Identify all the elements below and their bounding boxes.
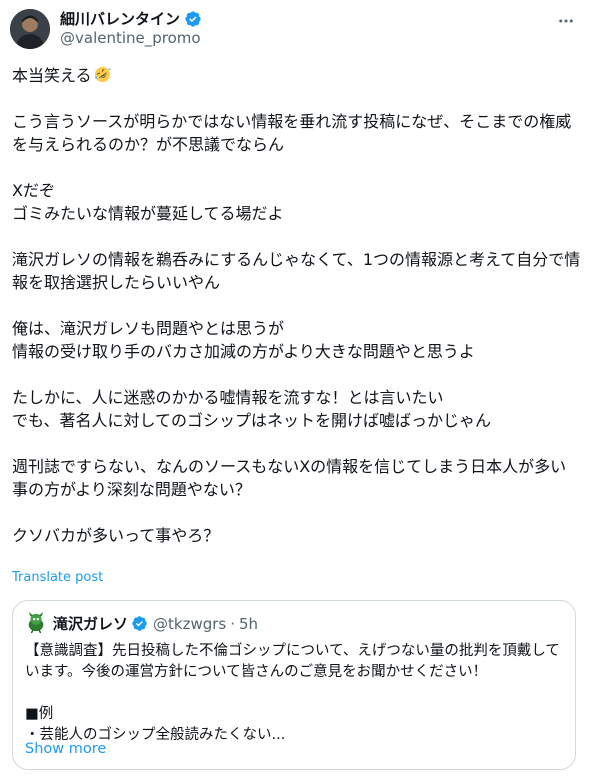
- more-options-icon[interactable]: [555, 10, 577, 32]
- quoted-handle[interactable]: @tkzwgrs: [153, 615, 226, 633]
- rolling-on-floor-laughing-emoji: [94, 66, 111, 83]
- quoted-timestamp[interactable]: 5h: [239, 615, 258, 633]
- show-more-link[interactable]: Show more: [25, 741, 106, 757]
- tweet-paragraph: Xだぞ ゴミみたいな情報が蔓延してる場だよ: [12, 180, 284, 224]
- translate-post-link[interactable]: Translate post: [12, 570, 103, 585]
- tweet-paragraph: たしかに、人に迷惑のかかる嘘情報を流すな！とは言いたい でも、著名人に対してのゴ…: [12, 387, 492, 431]
- tweet-paragraph: 本当笑える: [12, 64, 582, 88]
- tweet-paragraph: 俺は、滝沢ガレソも問題やとは思うが 情報の受け取り手のバカさ加減の方がより大きな…: [12, 318, 475, 362]
- tweet-paragraph: 滝沢ガレソの情報を鵜呑みにするんじゃなくて、1つの情報源と考えて自分で情報を取捨…: [12, 249, 581, 293]
- tweet-paragraph: こう言うソースが明らかではない情報を垂れ流す投稿になぜ、そこまでの権威を与えられ…: [12, 111, 572, 155]
- verified-badge-icon: [132, 616, 147, 631]
- separator-dot: ·: [230, 614, 236, 633]
- quoted-tweet-header: 滝沢ガレソ @tkzwgrs · 5h: [53, 613, 258, 634]
- author-handle[interactable]: @valentine_promo: [60, 29, 201, 47]
- author-display-name[interactable]: 細川バレンタイン: [60, 8, 180, 29]
- tweet-paragraph: クソバカが多いって事やろ？: [12, 525, 220, 545]
- quoted-tweet[interactable]: 滝沢ガレソ @tkzwgrs · 5h 【意識調査】先日投稿した不倫ゴシップにつ…: [12, 600, 576, 770]
- tweet: 細川バレンタイン @valentine_promo 本当笑える こう言うソースが…: [0, 0, 593, 781]
- green-mascot-avatar[interactable]: [25, 611, 47, 633]
- tweet-text: 本当笑える こう言うソースが明らかではない情報を垂れ流す投稿になぜ、そこまでの権…: [12, 64, 582, 569]
- author-avatar[interactable]: [10, 9, 50, 49]
- quoted-tweet-text: 【意識調査】先日投稿した不倫ゴシップについて、えげつない量の批判を頂戴しています…: [25, 643, 560, 743]
- quoted-display-name[interactable]: 滝沢ガレソ: [53, 613, 128, 634]
- author-name-row[interactable]: 細川バレンタイン: [60, 8, 202, 29]
- tweet-paragraph: 週刊誌ですらない、なんのソースもないXの情報を信じてしまう日本人が多い事の方がよ…: [12, 456, 567, 500]
- verified-badge-icon: [185, 10, 201, 27]
